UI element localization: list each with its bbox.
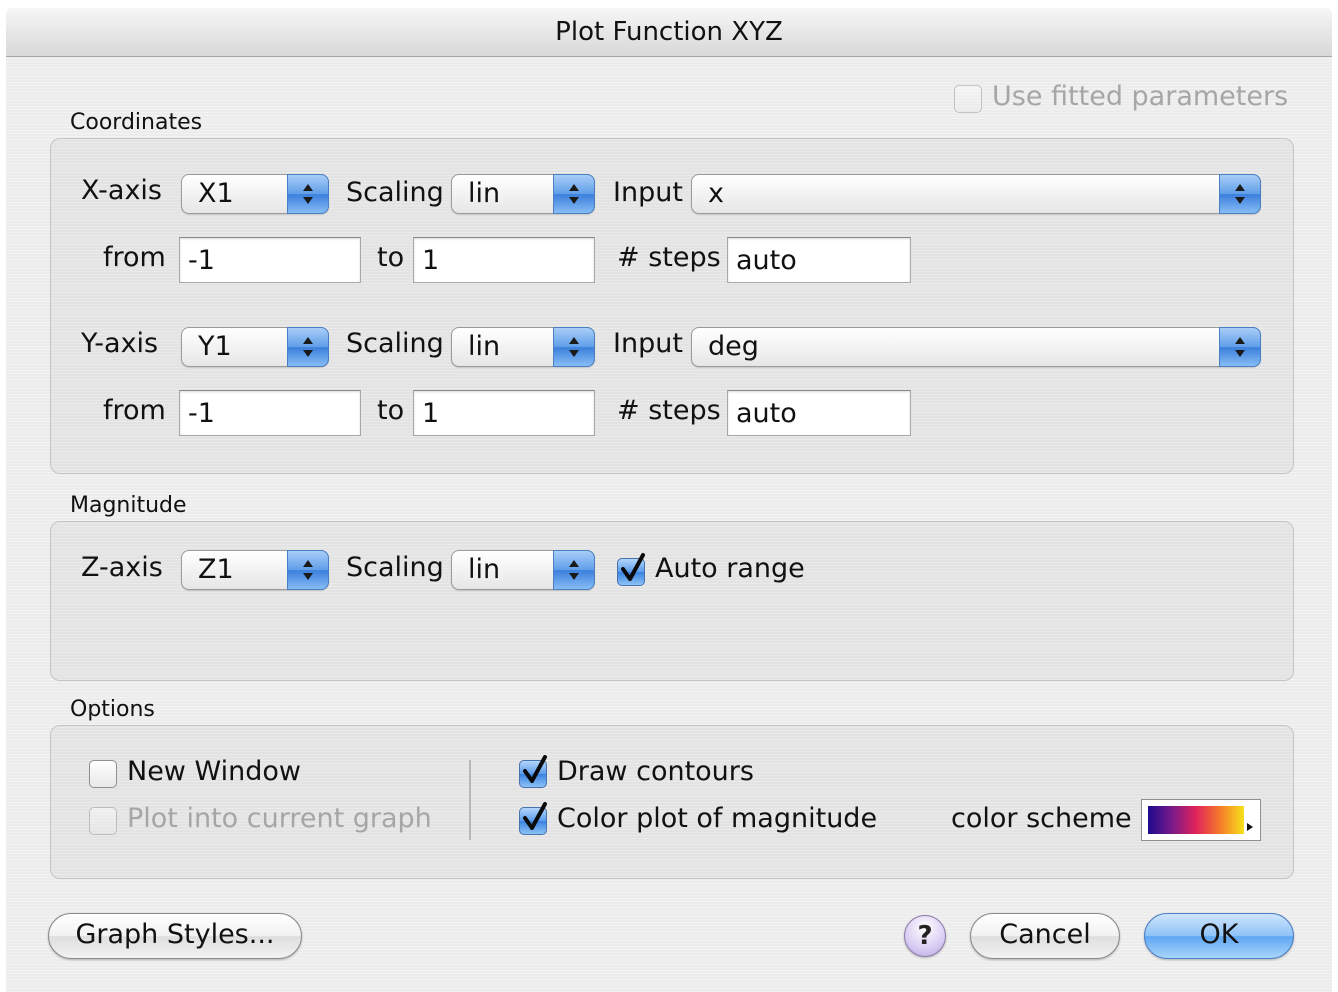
z-axis-value: Z1 — [198, 554, 234, 585]
y-steps-value: auto — [736, 398, 797, 429]
y-input-label: Input — [613, 328, 683, 359]
plot-into-current-graph-checkbox[interactable] — [89, 807, 117, 835]
y-axis-label: Y-axis — [81, 328, 159, 359]
checkmark-icon — [523, 802, 547, 830]
options-section-title: Options — [70, 697, 155, 722]
y-scaling-value: lin — [468, 331, 501, 362]
auto-range-checkbox[interactable] — [617, 553, 645, 586]
y-scaling-label: Scaling — [346, 328, 444, 359]
use-fitted-parameters-label: Use fitted parameters — [992, 81, 1289, 112]
y-input-value: deg — [708, 331, 759, 362]
dialog-window: Plot Function XYZ Use fitted parameters … — [6, 8, 1332, 992]
x-scaling-value: lin — [468, 178, 501, 209]
color-scheme-picker[interactable] — [1141, 799, 1261, 841]
x-input-label: Input — [613, 177, 683, 208]
x-axis-popup[interactable]: X1 — [181, 174, 329, 214]
z-scaling-popup[interactable]: lin — [451, 550, 595, 590]
popup-arrows-icon — [287, 327, 329, 367]
color-scheme-label: color scheme — [951, 803, 1132, 834]
x-steps-value: auto — [736, 245, 797, 276]
checkmark-icon — [621, 553, 645, 581]
y-from-input[interactable]: -1 — [179, 390, 361, 436]
x-to-value: 1 — [422, 245, 440, 276]
window-title: Plot Function XYZ — [555, 17, 783, 47]
use-fitted-parameters-checkbox[interactable] — [954, 85, 982, 113]
y-input-popup[interactable]: deg — [691, 327, 1261, 367]
y-to-input[interactable]: 1 — [413, 390, 595, 436]
color-plot-checkbox[interactable] — [519, 802, 547, 835]
x-from-value: -1 — [188, 245, 215, 276]
coordinates-group: X-axis X1 Scaling lin Input x from -1 to… — [50, 138, 1294, 474]
y-from-label: from — [103, 395, 166, 426]
y-axis-popup[interactable]: Y1 — [181, 327, 329, 367]
new-window-checkbox[interactable] — [89, 760, 117, 788]
options-divider — [469, 760, 471, 840]
popup-arrows-icon — [287, 174, 329, 214]
x-steps-label: # steps — [617, 242, 721, 273]
ok-button[interactable]: OK — [1144, 913, 1294, 959]
x-axis-label: X-axis — [81, 175, 162, 206]
x-scaling-popup[interactable]: lin — [451, 174, 595, 214]
disclosure-triangle-icon — [1247, 823, 1253, 831]
auto-range-label: Auto range — [655, 553, 805, 584]
popup-arrows-icon — [553, 327, 595, 367]
y-axis-value: Y1 — [198, 331, 232, 362]
help-button[interactable]: ? — [904, 915, 946, 957]
z-axis-popup[interactable]: Z1 — [181, 550, 329, 590]
x-from-label: from — [103, 242, 166, 273]
x-input-popup[interactable]: x — [691, 174, 1261, 214]
magnitude-group: Z-axis Z1 Scaling lin Auto range — [50, 521, 1294, 681]
color-plot-label: Color plot of magnitude — [557, 803, 878, 834]
new-window-label: New Window — [127, 756, 301, 787]
draw-contours-label: Draw contours — [557, 756, 754, 787]
y-from-value: -1 — [188, 398, 215, 429]
y-to-label: to — [377, 395, 405, 426]
cancel-button[interactable]: Cancel — [970, 913, 1120, 959]
y-steps-input[interactable]: auto — [727, 390, 911, 436]
title-bar[interactable]: Plot Function XYZ — [6, 8, 1332, 57]
options-group: New Window Plot into current graph Draw … — [50, 725, 1294, 879]
x-scaling-label: Scaling — [346, 177, 444, 208]
popup-arrows-icon — [1219, 174, 1261, 214]
plot-into-current-graph-label: Plot into current graph — [127, 803, 432, 834]
popup-arrows-icon — [553, 174, 595, 214]
x-to-label: to — [377, 242, 405, 273]
y-to-value: 1 — [422, 398, 440, 429]
z-axis-label: Z-axis — [81, 552, 163, 583]
coordinates-section-title: Coordinates — [70, 110, 203, 135]
x-from-input[interactable]: -1 — [179, 237, 361, 283]
popup-arrows-icon — [553, 550, 595, 590]
checkmark-icon — [523, 755, 547, 783]
x-input-value: x — [708, 178, 724, 209]
x-steps-input[interactable]: auto — [727, 237, 911, 283]
x-axis-value: X1 — [198, 178, 234, 209]
popup-arrows-icon — [1219, 327, 1261, 367]
magnitude-section-title: Magnitude — [70, 493, 187, 518]
draw-contours-checkbox[interactable] — [519, 755, 547, 788]
z-scaling-label: Scaling — [346, 552, 444, 583]
y-scaling-popup[interactable]: lin — [451, 327, 595, 367]
graph-styles-button[interactable]: Graph Styles... — [48, 913, 302, 959]
z-scaling-value: lin — [468, 554, 501, 585]
y-steps-label: # steps — [617, 395, 721, 426]
x-to-input[interactable]: 1 — [413, 237, 595, 283]
popup-arrows-icon — [287, 550, 329, 590]
color-scheme-swatch — [1148, 806, 1244, 834]
